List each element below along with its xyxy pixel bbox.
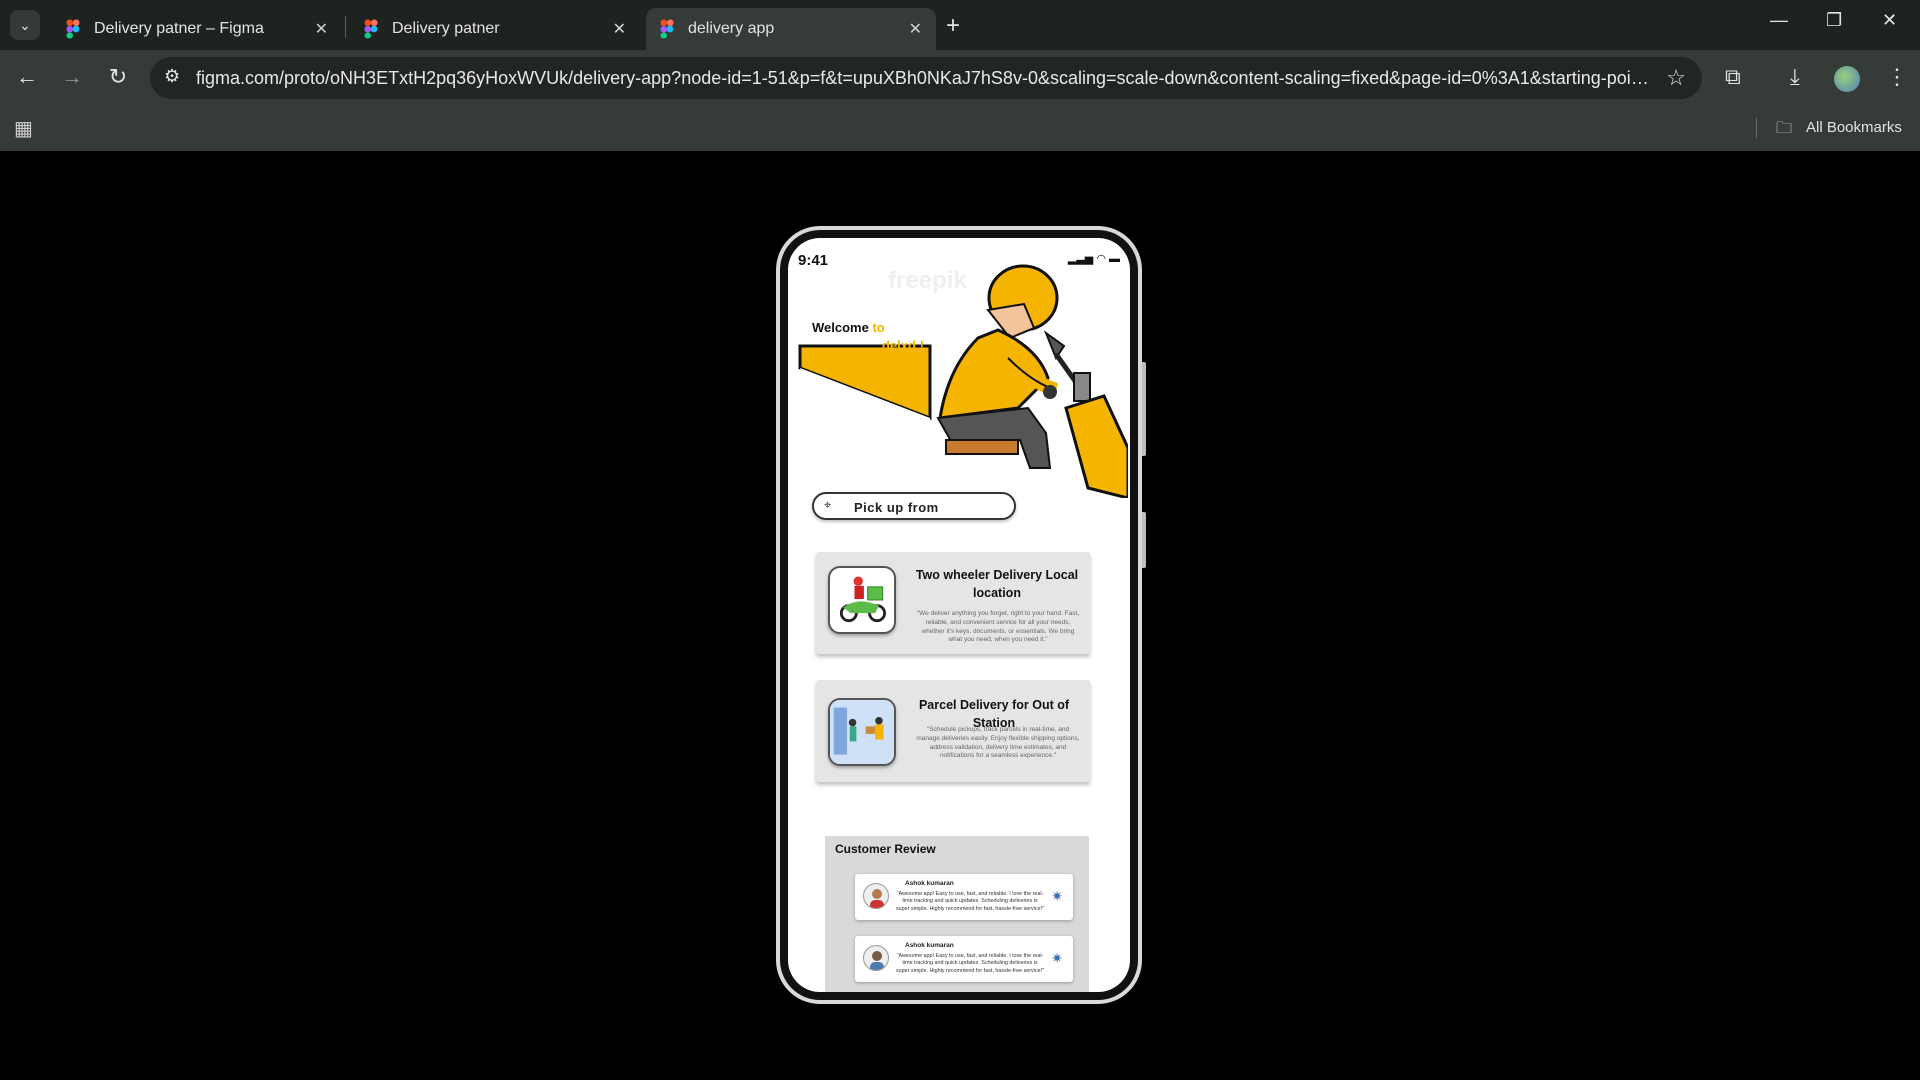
welcome-to-text: to — [872, 320, 885, 335]
close-window-icon[interactable]: ✕ — [1882, 10, 1897, 31]
bookmarks-divider — [1756, 118, 1757, 138]
delivery-rider-illustration: freepik — [798, 264, 1128, 498]
tab-title: Delivery patner – Figma — [94, 20, 264, 37]
figma-icon — [66, 19, 80, 39]
profile-avatar[interactable] — [1834, 66, 1860, 92]
back-arrow-icon[interactable]: ← — [12, 64, 42, 90]
all-bookmarks-link[interactable]: All Bookmarks — [1806, 119, 1902, 136]
figma-icon — [364, 19, 378, 39]
phone-bezel: 9:41 ▂▃▅ ◠ ▬ freepik Welcome to delxd ! … — [780, 230, 1138, 1000]
card-description: "Schedule pickups, track parcels in real… — [916, 726, 1080, 760]
star-icon[interactable]: ☆ — [1666, 65, 1686, 91]
customer-review-section: Customer Review Ashok kumaran "Awesome a… — [825, 836, 1089, 992]
forward-arrow-icon[interactable]: → — [57, 64, 87, 90]
tab-strip: ⌄ Delivery patner – Figma ✕ Delivery pat… — [0, 0, 1920, 50]
figma-icon — [660, 19, 674, 39]
chevron-down-icon: ⌄ — [19, 16, 31, 33]
close-icon[interactable]: ✕ — [909, 19, 922, 39]
watermark-text: freepik — [888, 267, 967, 294]
browser-toolbar: ← → ↻ ⚙ figma.com/proto/oNH3ETxtH2pq36yH… — [0, 50, 1920, 106]
apps-grid-icon[interactable]: ▦ — [14, 116, 33, 141]
bookmarks-bar: ▦ 🗀 All Bookmarks — [0, 106, 1920, 151]
service-card-two-wheeler[interactable]: Two wheeler Delivery Local location "We … — [816, 552, 1090, 654]
welcome-heading: Welcome to — [812, 320, 885, 335]
tab-delivery-app[interactable]: delivery app ✕ — [646, 8, 936, 50]
minimize-icon[interactable]: — — [1770, 10, 1788, 31]
tab-title: delivery app — [688, 20, 775, 37]
restore-icon[interactable]: ❐ — [1826, 10, 1842, 31]
review-text: "Awesome app! Easy to use, fast, and rel… — [895, 891, 1045, 912]
avatar — [863, 945, 889, 971]
puzzle-icon[interactable]: ⧉ — [1725, 64, 1741, 90]
avatar — [863, 883, 889, 909]
tab-search-button[interactable]: ⌄ — [10, 10, 40, 40]
card-title: Two wheeler Delivery Local location — [915, 568, 1079, 601]
kebab-menu-icon[interactable]: ⋮ — [1886, 64, 1908, 90]
location-pin-icon: ⌖ — [824, 497, 832, 512]
tab-title: Delivery patner — [392, 20, 500, 37]
url-text[interactable]: figma.com/proto/oNH3ETxtH2pq36yHoxWVUk/d… — [196, 68, 1656, 89]
pickup-label: Pick up from — [854, 500, 939, 515]
new-tab-button[interactable]: + — [946, 12, 960, 40]
parcel-handoff-icon — [828, 698, 896, 766]
tune-icon[interactable]: ⚙ — [164, 66, 180, 87]
pickup-location-input[interactable]: ⌖ Pick up from — [812, 492, 1016, 520]
reviewer-name: Ashok kumaran — [905, 942, 954, 949]
phone-frame: 9:41 ▂▃▅ ◠ ▬ freepik Welcome to delxd ! … — [776, 226, 1142, 1004]
app-screen: 9:41 ▂▃▅ ◠ ▬ freepik Welcome to delxd ! … — [788, 238, 1130, 992]
review-text: "Awesome app! Easy to use, fast, and rel… — [895, 953, 1045, 974]
download-icon[interactable]: ⤓ — [1790, 64, 1800, 90]
close-icon[interactable]: ✕ — [613, 19, 626, 39]
review-card[interactable]: Ashok kumaran "Awesome app! Easy to use,… — [855, 936, 1073, 982]
welcome-text: Welcome — [812, 320, 869, 335]
tab-figma-file[interactable]: Delivery patner – Figma ✕ — [52, 8, 342, 50]
tab-delivery-patner[interactable]: Delivery patner ✕ — [350, 8, 640, 50]
scooter-delivery-icon — [828, 566, 896, 634]
tab-divider — [345, 16, 346, 38]
badge-icon: ✷ — [1051, 888, 1063, 904]
service-card-parcel[interactable]: Parcel Delivery for Out of Station "Sche… — [816, 680, 1090, 782]
review-card[interactable]: Ashok kumaran "Awesome app! Easy to use,… — [855, 874, 1073, 920]
badge-icon: ✷ — [1051, 950, 1063, 966]
brand-name: delxd ! — [882, 338, 924, 353]
close-icon[interactable]: ✕ — [315, 19, 328, 39]
reload-icon[interactable]: ↻ — [103, 64, 133, 90]
review-section-title: Customer Review — [835, 842, 936, 856]
folder-icon[interactable]: 🗀 — [1776, 117, 1792, 144]
reviewer-name: Ashok kumaran — [905, 880, 954, 887]
address-bar[interactable]: ⚙ figma.com/proto/oNH3ETxtH2pq36yHoxWVUk… — [150, 57, 1702, 99]
card-description: "We deliver anything you forget, right t… — [916, 610, 1080, 644]
